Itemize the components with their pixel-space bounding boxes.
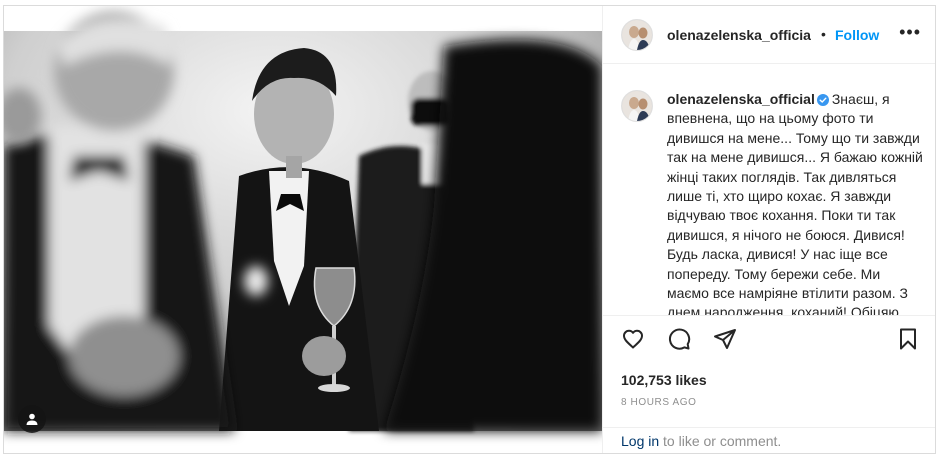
header-username[interactable]: olenazelenska_officia bbox=[667, 27, 811, 43]
header-separator-dot: • bbox=[821, 26, 826, 42]
login-prompt: Log in to like or comment. bbox=[603, 427, 935, 453]
author-avatar[interactable] bbox=[621, 19, 653, 51]
post-photo[interactable] bbox=[4, 6, 602, 453]
login-link[interactable]: Log in bbox=[621, 433, 659, 449]
verified-badge-icon bbox=[816, 94, 829, 106]
follow-button[interactable]: Follow bbox=[835, 27, 879, 43]
share-icon[interactable] bbox=[713, 327, 737, 351]
comment-icon[interactable] bbox=[667, 327, 691, 351]
user-tag-button[interactable] bbox=[18, 405, 46, 433]
more-options-icon[interactable]: ••• bbox=[899, 22, 921, 43]
post-caption: olenazelenska_official Знаєш, я впевнена,… bbox=[603, 64, 935, 316]
login-prompt-rest: to like or comment. bbox=[659, 433, 782, 449]
avatar-image bbox=[622, 20, 652, 50]
post-header: olenazelenska_officia • Follow ••• bbox=[603, 6, 935, 64]
caption-avatar[interactable] bbox=[621, 90, 653, 122]
bookmark-icon[interactable] bbox=[896, 327, 920, 351]
post-timestamp[interactable]: 8 HOURS AGO bbox=[621, 397, 697, 408]
caption-username[interactable]: olenazelenska_official bbox=[667, 91, 815, 107]
caption-text-block: olenazelenska_official Знаєш, я впевнена,… bbox=[667, 90, 923, 316]
login-prompt-text: Log in to like or comment. bbox=[621, 433, 781, 449]
caption-avatar-image bbox=[622, 91, 652, 121]
action-bar bbox=[603, 327, 935, 367]
caption-text: Знаєш, я впевнена, що на цьому фото ти д… bbox=[667, 91, 923, 316]
heart-icon[interactable] bbox=[621, 327, 645, 351]
user-tag-icon bbox=[26, 413, 38, 425]
instagram-post: olenazelenska_officia • Follow ••• olena… bbox=[3, 5, 936, 454]
photo-image bbox=[4, 6, 602, 453]
like-count[interactable]: 102,753 likes bbox=[621, 372, 707, 388]
post-sidebar: olenazelenska_officia • Follow ••• olena… bbox=[602, 6, 935, 453]
